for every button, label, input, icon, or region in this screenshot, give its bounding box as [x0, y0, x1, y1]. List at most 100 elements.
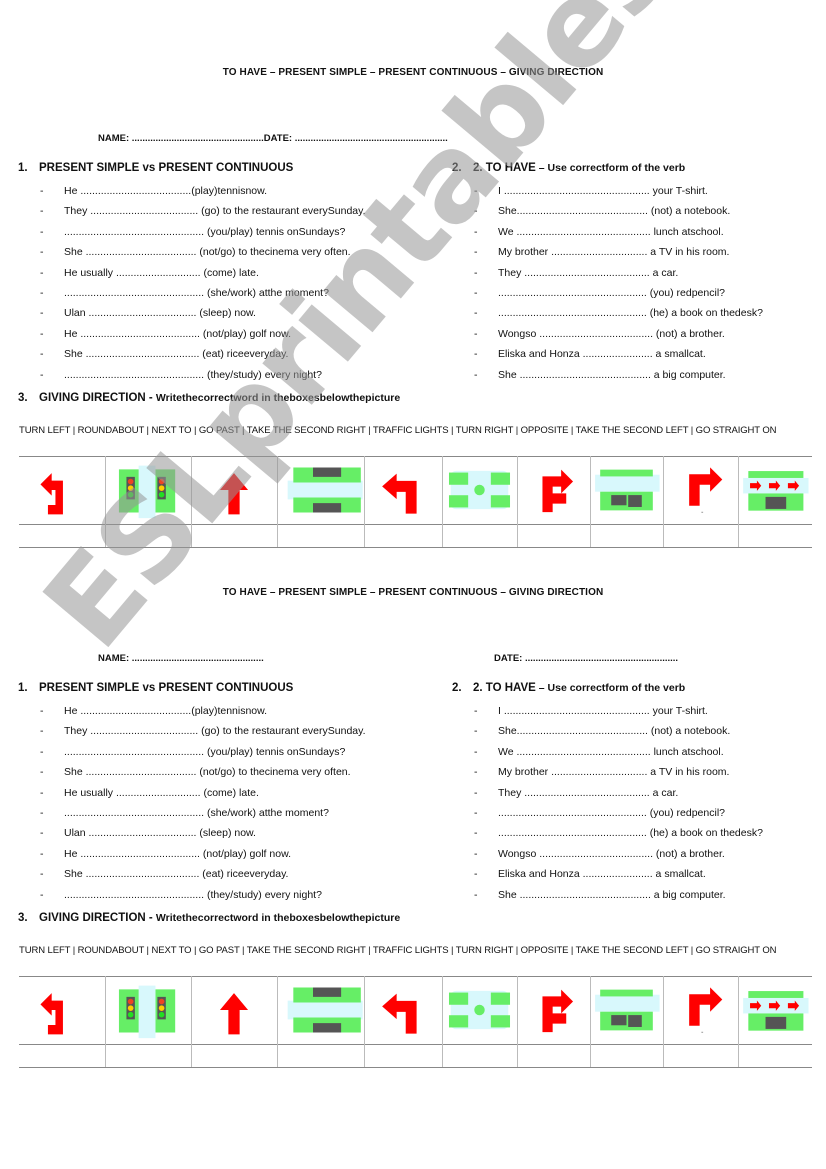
- exercise-text: They ...................................…: [498, 266, 679, 279]
- answer-box[interactable]: [105, 525, 191, 545]
- exercise-text: ........................................…: [64, 286, 329, 299]
- exercise-text: We .....................................…: [498, 225, 724, 238]
- bullet-dash: -: [40, 368, 44, 381]
- exercise-item[interactable]: - She ...................................…: [40, 867, 366, 887]
- bullet-dash: -: [474, 827, 478, 840]
- exercise-text: She ....................................…: [64, 766, 351, 779]
- answer-box[interactable]: [442, 525, 517, 545]
- answer-box[interactable]: [191, 525, 277, 545]
- exercise-text: Eliska and Honza .......................…: [498, 348, 706, 361]
- exercise-item[interactable]: - I .....................................…: [474, 704, 763, 724]
- exercise-item[interactable]: - She ...................................…: [40, 765, 366, 785]
- exercise-item[interactable]: - Eliska and Honza ......................…: [474, 347, 763, 367]
- answer-box[interactable]: [738, 1045, 812, 1065]
- bullet-dash: -: [40, 205, 44, 218]
- exercise-text: ........................................…: [64, 225, 346, 238]
- answer-box[interactable]: [590, 525, 663, 545]
- exercise-item[interactable]: - He ....................................…: [40, 184, 366, 204]
- exercise-item[interactable]: -.......................................…: [40, 745, 366, 765]
- exercise-item[interactable]: -.......................................…: [40, 888, 366, 908]
- exercise-item[interactable]: -.......................................…: [40, 286, 366, 306]
- answer-box[interactable]: [364, 1045, 442, 1065]
- exercise-item[interactable]: -.......................................…: [40, 225, 366, 245]
- date-field[interactable]: DATE: ..................................…: [494, 653, 678, 664]
- answer-box[interactable]: [105, 1045, 191, 1065]
- table-border: [19, 1067, 812, 1068]
- exercise-item[interactable]: - My brother ............................…: [474, 765, 763, 785]
- name-field[interactable]: NAME: ..................................…: [98, 133, 448, 144]
- answer-box[interactable]: [663, 525, 738, 545]
- answer-box[interactable]: [442, 1045, 517, 1065]
- exercise-item[interactable]: - My brother ............................…: [474, 245, 763, 265]
- exercise-text: He .....................................…: [64, 705, 268, 717]
- exercise-item[interactable]: - He usually ............................…: [40, 266, 366, 286]
- exercise-item[interactable]: - He ....................................…: [40, 847, 366, 867]
- exercise-item[interactable]: - Wongso ................................…: [474, 847, 763, 867]
- exercise-item[interactable]: - She....................................…: [474, 724, 763, 744]
- exercise-item[interactable]: - They ..................................…: [474, 266, 763, 286]
- section3-heading: 3. GIVING DIRECTION - Writethecorrectword…: [18, 912, 401, 924]
- exercise-text: Eliska and Honza .......................…: [498, 868, 706, 881]
- exercise-text: He .....................................…: [64, 327, 291, 340]
- bullet-dash: -: [474, 185, 478, 197]
- exercise-item[interactable]: -.......................................…: [474, 286, 763, 306]
- exercise-item[interactable]: -.......................................…: [40, 806, 366, 826]
- answer-box[interactable]: [663, 1045, 738, 1065]
- bullet-dash: -: [40, 185, 44, 197]
- exercise-item[interactable]: - We ....................................…: [474, 745, 763, 765]
- word-bank: TURN LEFT | ROUNDABOUT | NEXT TO | GO PA…: [19, 425, 777, 436]
- bullet-dash: -: [40, 725, 44, 738]
- section2-heading: 2. 2. TO HAVE – Use correctform of the ve…: [452, 162, 686, 174]
- exercise-text: My brother .............................…: [498, 766, 730, 779]
- exercise-item[interactable]: -.......................................…: [40, 368, 366, 388]
- worksheet-title: TO HAVE – PRESENT SIMPLE – PRESENT CONTI…: [222, 67, 604, 78]
- exercise-item[interactable]: - She....................................…: [474, 204, 763, 224]
- bullet-dash: -: [474, 705, 478, 717]
- answer-box[interactable]: [738, 525, 812, 545]
- bullet-dash: -: [40, 307, 44, 320]
- exercise-item[interactable]: - Ulan ..................................…: [40, 306, 366, 326]
- exercise-item[interactable]: - He ....................................…: [40, 327, 366, 347]
- exercise-item[interactable]: - They ..................................…: [474, 786, 763, 806]
- exercise-item[interactable]: - She ...................................…: [40, 245, 366, 265]
- exercise-item[interactable]: - She ...................................…: [474, 888, 763, 908]
- picture-table: [19, 976, 812, 1068]
- exercise-item[interactable]: - She ...................................…: [40, 347, 366, 367]
- bullet-dash: -: [474, 286, 478, 299]
- exercise-item[interactable]: -.......................................…: [474, 826, 763, 846]
- exercise-item[interactable]: - Ulan ..................................…: [40, 826, 366, 846]
- exercise-item[interactable]: - They ..................................…: [40, 724, 366, 744]
- exercise-text: She ....................................…: [498, 368, 726, 381]
- answer-box[interactable]: [19, 1045, 105, 1065]
- exercise-item[interactable]: - He ....................................…: [40, 704, 366, 724]
- exercise-item[interactable]: - Eliska and Honza ......................…: [474, 867, 763, 887]
- answer-box[interactable]: [19, 525, 105, 545]
- exercise-item[interactable]: - Wongso ................................…: [474, 327, 763, 347]
- answer-box[interactable]: [517, 1045, 590, 1065]
- exercise-item[interactable]: - She ...................................…: [474, 368, 763, 388]
- exercise-item[interactable]: -.......................................…: [474, 306, 763, 326]
- bullet-dash: -: [40, 225, 44, 238]
- exercise-item[interactable]: - I .....................................…: [474, 184, 763, 204]
- section3-heading: 3. GIVING DIRECTION - Writethecorrectword…: [18, 392, 401, 404]
- exercise-text: ........................................…: [64, 368, 322, 381]
- bullet-dash: -: [474, 368, 478, 381]
- answer-box[interactable]: [517, 525, 590, 545]
- exercise-item[interactable]: -.......................................…: [474, 806, 763, 826]
- answer-box[interactable]: [590, 1045, 663, 1065]
- section2-list: - I .....................................…: [474, 184, 763, 388]
- answer-box[interactable]: [191, 1045, 277, 1065]
- bullet-dash: -: [40, 806, 44, 819]
- traffic-lights-icon: [105, 460, 191, 520]
- answer-box[interactable]: [277, 1045, 364, 1065]
- exercise-item[interactable]: - They ..................................…: [40, 204, 366, 224]
- bullet-dash: -: [474, 786, 478, 799]
- answer-box[interactable]: [277, 525, 364, 545]
- answer-box[interactable]: [364, 525, 442, 545]
- exercise-item[interactable]: - He usually ............................…: [40, 786, 366, 806]
- roundabout-icon: [442, 460, 517, 520]
- exercise-item[interactable]: - We ....................................…: [474, 225, 763, 245]
- name-field[interactable]: NAME: ..................................…: [98, 653, 264, 664]
- roundabout-icon: [442, 980, 517, 1040]
- exercise-text: Ulan ...................................…: [64, 307, 256, 320]
